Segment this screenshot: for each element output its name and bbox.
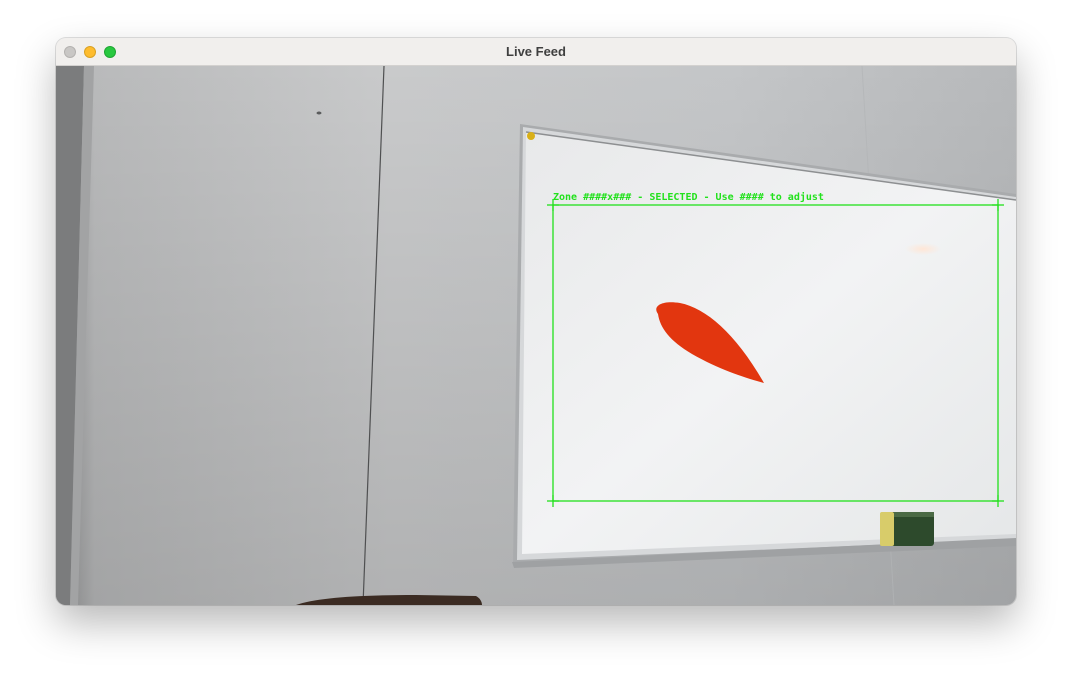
camera-frame: Zone ####x### - SELECTED - Use #### to a… bbox=[56, 66, 1016, 605]
live-feed-window: Live Feed Zone ####x### - SELECTED - Use… bbox=[56, 38, 1016, 605]
title-bar[interactable]: Live Feed bbox=[56, 38, 1016, 66]
window-title: Live Feed bbox=[506, 44, 566, 59]
magnet bbox=[527, 132, 535, 140]
zone-status-label: Zone ####x### - SELECTED - Use #### to a… bbox=[553, 191, 824, 203]
eraser bbox=[880, 512, 934, 546]
camera-feed-view[interactable]: Zone ####x### - SELECTED - Use #### to a… bbox=[56, 66, 1016, 605]
light-glare bbox=[905, 243, 941, 255]
